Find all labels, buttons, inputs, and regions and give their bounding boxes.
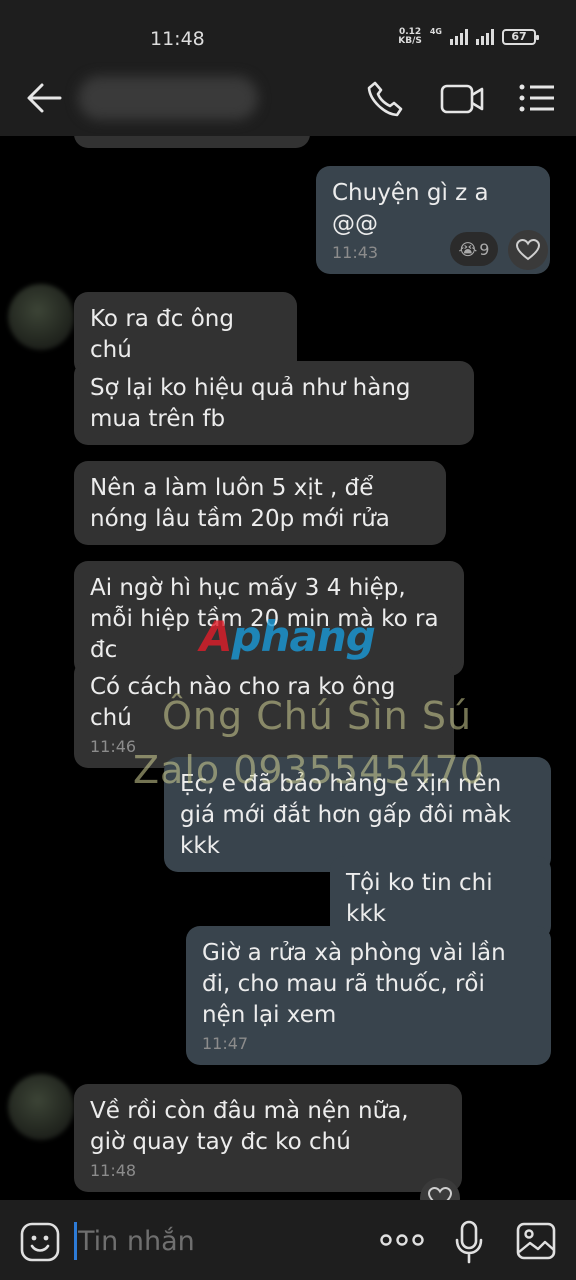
status-time: 11:48	[150, 28, 205, 50]
signal-icon	[476, 29, 494, 45]
contact-name[interactable]	[78, 76, 258, 120]
microphone-icon[interactable]	[454, 1220, 484, 1264]
watermark-logo: Aphang	[200, 612, 376, 661]
heart-icon	[428, 1187, 452, 1200]
menu-list-icon[interactable]	[518, 82, 556, 114]
avatar[interactable]	[8, 1074, 74, 1140]
image-icon[interactable]	[516, 1222, 556, 1260]
composer-bar	[0, 1200, 576, 1280]
message-bubble-partial	[74, 136, 310, 148]
message-time: 11:43	[332, 243, 379, 262]
message-list[interactable]: Chuyện gì z a @@ 11:43 😭 9 Ko ra đc ông …	[0, 136, 576, 1200]
watermark-text: Zalo 0935545470	[133, 748, 485, 792]
reaction-badge[interactable]: 😭 9	[450, 232, 498, 266]
message-bubble-incoming[interactable]: Về rồi còn đâu mà nện nữa, giờ quay tay …	[74, 1084, 462, 1192]
status-indicators: 0.12 KB/S 4G 67	[398, 26, 539, 46]
video-call-icon[interactable]	[440, 80, 484, 118]
emoji-icon[interactable]	[20, 1222, 60, 1262]
heart-icon	[516, 239, 540, 261]
text-cursor	[74, 1222, 77, 1260]
message-input[interactable]	[78, 1220, 358, 1262]
reaction-count: 9	[479, 239, 490, 259]
back-arrow-icon[interactable]	[26, 82, 62, 114]
network-speed: 0.12 KB/S	[398, 27, 422, 46]
message-bubble-incoming[interactable]: Nên a làm luôn 5 xịt , để nóng lâu tầm 2…	[74, 461, 446, 545]
react-button[interactable]	[508, 230, 548, 270]
message-time: 11:47	[202, 1034, 249, 1053]
watermark-text: Ông Chú Sìn Sú	[162, 694, 473, 738]
network-type: 4G	[429, 26, 442, 36]
battery-icon: 67	[502, 29, 539, 45]
more-options-icon[interactable]	[380, 1230, 424, 1250]
message-bubble-outgoing[interactable]: Giờ a rửa xà phòng vài lần đi, cho mau r…	[186, 926, 551, 1065]
chat-header	[0, 60, 576, 136]
avatar[interactable]	[8, 284, 74, 350]
signal-icon	[450, 29, 468, 45]
status-bar: 11:48 0.12 KB/S 4G 67	[0, 0, 576, 60]
crying-emoji-icon: 😭	[458, 239, 478, 259]
phone-icon[interactable]	[366, 80, 404, 118]
message-bubble-incoming[interactable]: Sợ lại ko hiệu quả như hàng mua trên fb	[74, 361, 474, 445]
message-time: 11:48	[90, 1161, 137, 1180]
